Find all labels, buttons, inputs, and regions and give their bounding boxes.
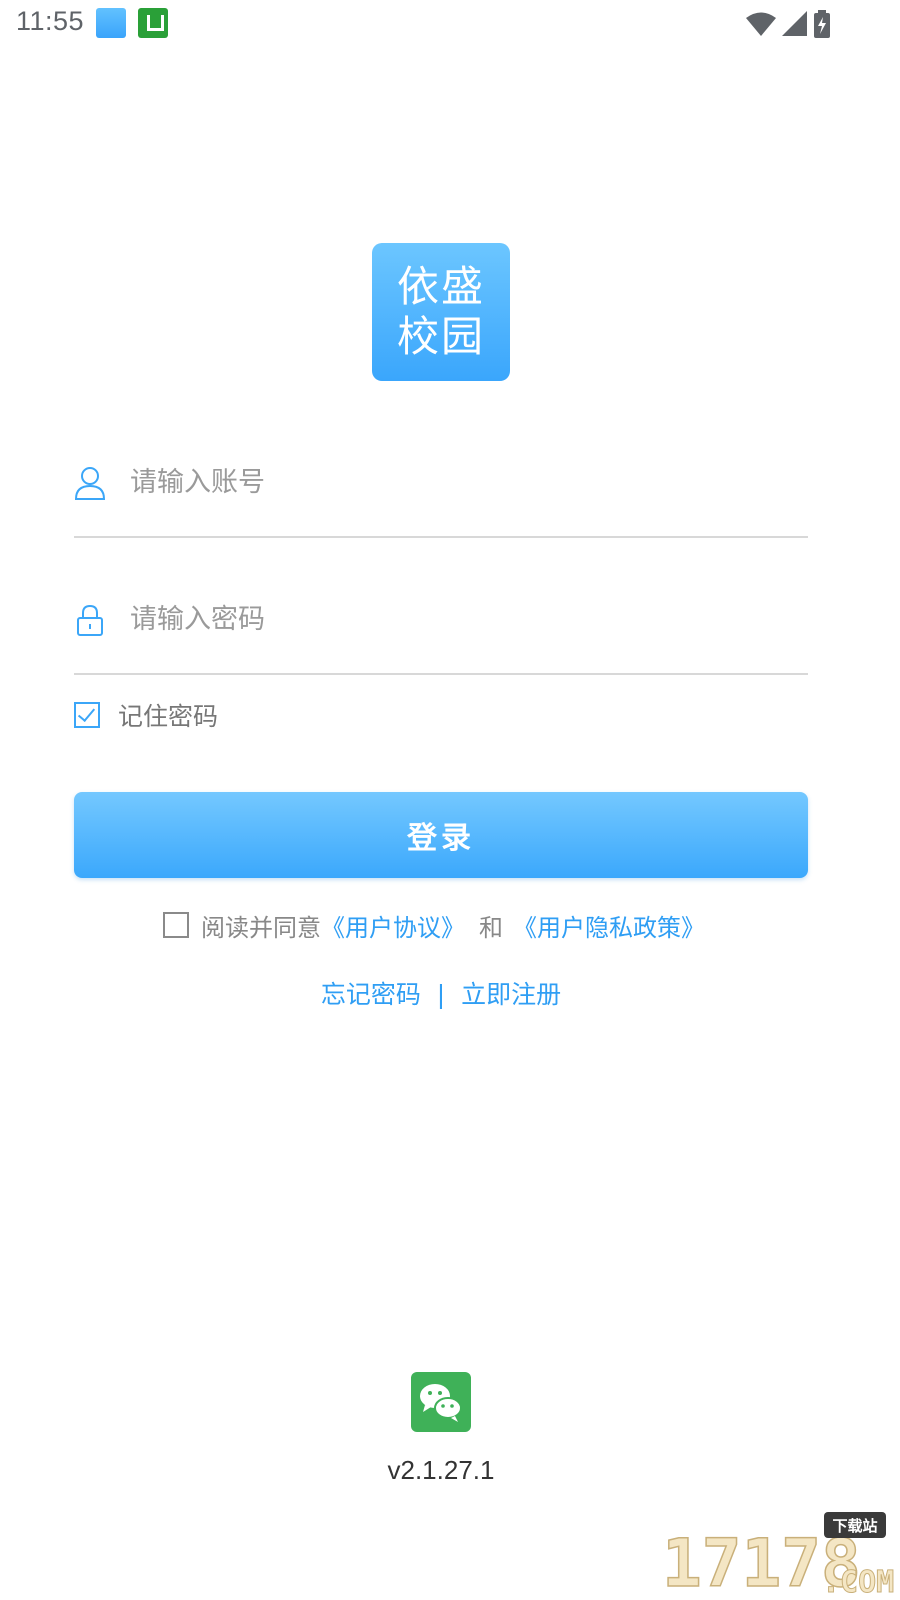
lock-icon — [77, 604, 103, 636]
logo-line-1: 依盛 — [396, 262, 485, 311]
status-right-icons — [746, 8, 830, 40]
login-button[interactable]: 登录 — [74, 792, 808, 878]
forgot-password-link[interactable]: 忘记密码 — [321, 980, 421, 1009]
wechat-icon — [420, 1384, 462, 1422]
watermark-logo: 17178 下载站 .COM — [662, 1512, 895, 1596]
agreement-row: 阅读并同意 《用户协议》 和 《用户隐私政策》 — [163, 908, 705, 942]
battery-charging-icon — [814, 10, 830, 38]
agreement-prefix: 阅读并同意 — [201, 913, 321, 942]
status-time: 11:55 — [16, 6, 85, 36]
app-version: v2.1.27.1 — [387, 1455, 495, 1485]
account-links: 忘记密码 | 立即注册 — [0, 975, 882, 1011]
remember-password[interactable]: 记住密码 — [74, 699, 218, 731]
wechat-login-button[interactable] — [411, 1372, 471, 1432]
wifi-icon — [746, 12, 776, 36]
svg-text:.COM: .COM — [822, 1565, 894, 1596]
account-field — [74, 460, 808, 538]
signal-icon — [782, 11, 807, 36]
user-agreement-link[interactable]: 《用户协议》 — [321, 908, 465, 943]
logo-line-2: 校园 — [396, 312, 485, 361]
account-input[interactable] — [130, 460, 790, 504]
user-icon — [74, 467, 106, 500]
app-logo: 依盛 校园 — [372, 243, 510, 381]
remember-checkbox[interactable] — [74, 702, 100, 728]
agreement-and: 和 — [479, 913, 503, 942]
register-link[interactable]: 立即注册 — [461, 980, 561, 1009]
app-notification-icon — [96, 8, 126, 38]
links-separator: | — [436, 980, 446, 1009]
password-field — [74, 597, 808, 675]
status-bar: 11:55 — [0, 0, 900, 48]
remember-label: 记住密码 — [118, 702, 219, 731]
privacy-policy-link[interactable]: 《用户隐私政策》 — [513, 908, 705, 943]
notification-icon — [138, 8, 168, 38]
password-input[interactable] — [130, 597, 790, 641]
agreement-checkbox[interactable] — [163, 912, 189, 938]
svg-text:下载站: 下载站 — [832, 1517, 877, 1535]
